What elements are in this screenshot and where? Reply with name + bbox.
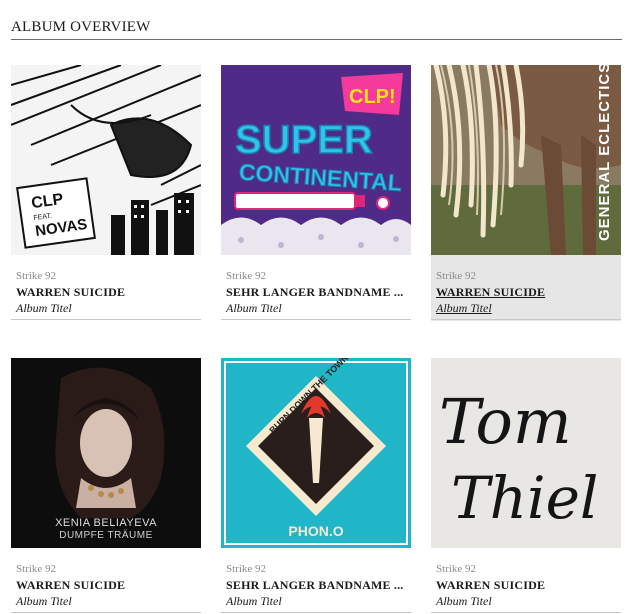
card-divider <box>221 612 411 613</box>
artist-name[interactable]: SEHR LANGER BANDNAME ... <box>226 285 408 300</box>
cover-text: DUMPFE TRÄUME <box>59 529 153 541</box>
cover-text: XENIA BELIAYEVA <box>55 517 157 529</box>
cover-text: CLP! <box>349 86 396 108</box>
artist-name[interactable]: WARREN SUICIDE <box>436 578 618 593</box>
cover-text: SUPER <box>235 118 373 162</box>
page-title: ALBUM OVERVIEW <box>11 19 151 35</box>
album-card[interactable]: XENIA BELIAYEVA DUMPFE TRÄUME Strike 92 … <box>11 358 201 614</box>
card-divider <box>11 319 201 320</box>
album-title[interactable]: Album Titel <box>16 594 198 609</box>
page-header: ALBUM OVERVIEW <box>11 20 622 40</box>
album-title[interactable]: Album Titel <box>226 301 408 316</box>
card-divider <box>11 612 201 613</box>
card-divider <box>221 319 411 320</box>
album-card[interactable]: BURN DOWN THE TOWN PHON.O Strike 92 SEHR… <box>221 358 411 614</box>
album-cover[interactable]: CLP! SUPER CONTINENTAL <box>221 65 411 255</box>
artist-name[interactable]: SEHR LANGER BANDNAME ... <box>226 578 408 593</box>
cover-text: GENERAL ECLECTICS <box>596 65 613 241</box>
artist-name[interactable]: WARREN SUICIDE <box>16 578 198 593</box>
cover-text: PHON.O <box>288 523 343 539</box>
card-divider <box>431 319 621 320</box>
record-label: Strike 92 <box>226 563 267 575</box>
album-title[interactable]: Album Titel <box>16 301 198 316</box>
album-card[interactable]: Tom Thiel Strike 92 WARREN SUICIDE Album… <box>431 358 621 614</box>
album-cover[interactable]: XENIA BELIAYEVA DUMPFE TRÄUME <box>11 358 201 548</box>
album-title[interactable]: Album Titel <box>436 301 618 316</box>
album-card[interactable]: GENERAL ECLECTICS Strike 92 WARREN SUICI… <box>431 65 621 321</box>
record-label: Strike 92 <box>16 270 57 282</box>
record-label: Strike 92 <box>226 270 267 282</box>
album-title[interactable]: Album Titel <box>436 594 618 609</box>
album-cover[interactable]: GENERAL ECLECTICS <box>431 65 621 255</box>
cover-text: Tom <box>439 385 572 458</box>
album-card[interactable]: CLP! SUPER CONTINENTAL Strike 92 SEHR LA… <box>221 65 411 321</box>
album-cover[interactable]: CLP FEAT. NOVAS <box>11 65 201 255</box>
cover-text: Thiel <box>451 464 598 532</box>
artist-name[interactable]: WARREN SUICIDE <box>16 285 198 300</box>
album-cover[interactable]: Tom Thiel <box>431 358 621 548</box>
record-label: Strike 92 <box>436 563 477 575</box>
record-label: Strike 92 <box>436 270 477 282</box>
album-cover[interactable]: BURN DOWN THE TOWN PHON.O <box>221 358 411 548</box>
artist-name[interactable]: WARREN SUICIDE <box>436 285 618 300</box>
album-card[interactable]: CLP FEAT. NOVAS Strike 92 WARREN SUICIDE… <box>11 65 201 321</box>
album-title[interactable]: Album Titel <box>226 594 408 609</box>
record-label: Strike 92 <box>16 563 57 575</box>
card-divider <box>431 612 621 613</box>
